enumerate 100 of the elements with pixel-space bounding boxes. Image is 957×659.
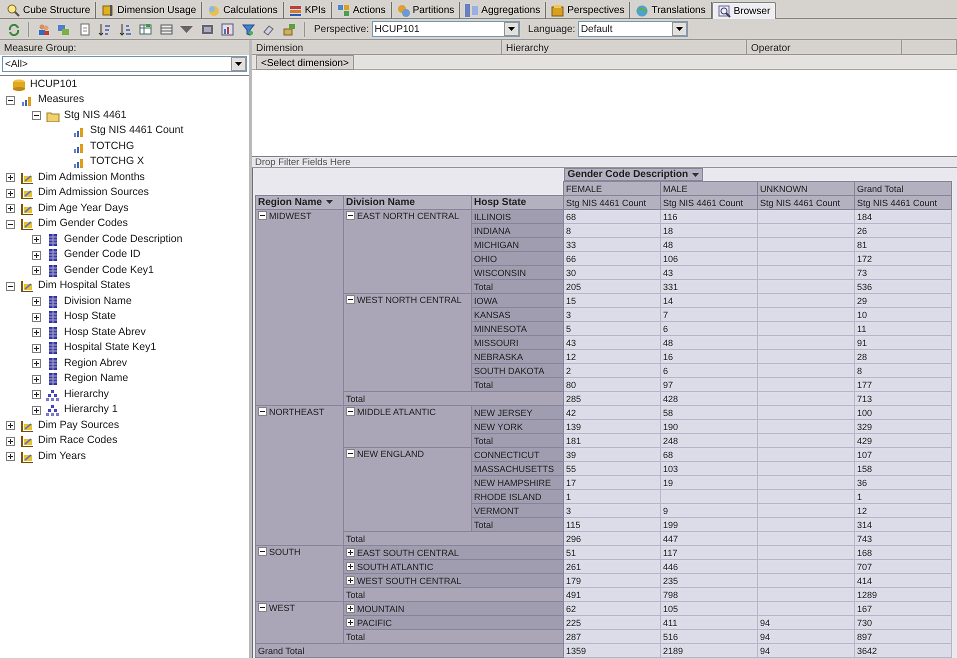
- expand-icon[interactable]: [346, 562, 355, 570]
- expand-icon[interactable]: [32, 297, 41, 306]
- row-header[interactable]: NEW ENGLAND: [357, 449, 424, 459]
- column-header: Dimension: [252, 40, 502, 55]
- tree-item[interactable]: Region Abrev: [64, 356, 128, 372]
- row-header[interactable]: PACIFIC: [357, 618, 392, 628]
- tree-item[interactable]: TOTCHG X: [90, 154, 144, 170]
- expand-icon[interactable]: [32, 390, 41, 400]
- expand-icon[interactable]: [346, 604, 355, 612]
- tab[interactable]: Aggregations: [460, 2, 546, 19]
- collapse-icon[interactable]: [6, 96, 15, 105]
- tree-item[interactable]: Dim Race Codes: [38, 433, 118, 450]
- tree-item[interactable]: Gender Code Description: [64, 232, 182, 248]
- table-cell: 18: [660, 224, 758, 238]
- table-cell: 3642: [854, 644, 952, 658]
- row-header[interactable]: MIDWEST: [269, 211, 312, 221]
- tree-item[interactable]: Dim Age Year Days: [38, 200, 128, 217]
- row-header[interactable]: SOUTH: [269, 547, 300, 557]
- expand-icon[interactable]: [6, 204, 15, 214]
- expand-icon[interactable]: [32, 250, 41, 260]
- tree-item[interactable]: Hospital State Key1: [64, 340, 156, 356]
- collapse-icon[interactable]: [346, 407, 355, 416]
- expand-icon[interactable]: [32, 235, 41, 244]
- tree-item[interactable]: Hierarchy: [64, 386, 109, 403]
- tree-item[interactable]: Dim Pay Sources: [38, 418, 120, 434]
- collapse-icon[interactable]: [258, 603, 267, 612]
- table-cell: 30: [564, 266, 660, 280]
- expand-icon[interactable]: [32, 406, 41, 415]
- tree-item[interactable]: Hosp State Abrev: [64, 324, 146, 341]
- table-cell: 94: [758, 616, 854, 630]
- tree-item[interactable]: TOTCHG: [90, 138, 134, 155]
- magnifier-icon: [7, 4, 20, 17]
- row-header: ILLINOIS: [472, 210, 564, 224]
- expand-icon[interactable]: [32, 359, 41, 368]
- expand-icon[interactable]: [32, 344, 41, 353]
- expand-icon[interactable]: [32, 374, 41, 384]
- row-header[interactable]: WEST NORTH CENTRAL: [357, 295, 462, 305]
- expand-icon[interactable]: [32, 266, 41, 276]
- table-cell: 12: [854, 504, 952, 518]
- row-header[interactable]: NORTHEAST: [269, 407, 324, 417]
- tree-item[interactable]: Gender Code ID: [64, 247, 140, 264]
- row-header: INDIANA: [472, 224, 564, 238]
- expand-icon[interactable]: [346, 618, 355, 626]
- tree-item[interactable]: Dim Hospital States: [38, 278, 130, 294]
- row-header[interactable]: MOUNTAIN: [357, 604, 404, 614]
- tree-item[interactable]: Dim Years: [38, 448, 86, 465]
- row-header[interactable]: MIDDLE ATLANTIC: [357, 407, 436, 417]
- tree-item[interactable]: HCUP101: [30, 76, 78, 93]
- tab[interactable]: Partitions: [392, 2, 460, 19]
- select-dimension-button[interactable]: <Select dimension>: [256, 55, 354, 70]
- attribute-icon: [46, 264, 60, 277]
- table-cell: 1289: [854, 588, 952, 602]
- expand-icon[interactable]: [6, 188, 15, 198]
- tree-item[interactable]: Stg NIS 4461 Count: [90, 123, 184, 140]
- tab[interactable]: Actions: [332, 2, 392, 19]
- collapse-icon[interactable]: [32, 111, 41, 120]
- collapse-icon[interactable]: [6, 282, 15, 291]
- table-cell: 181: [564, 434, 660, 448]
- collapse-icon[interactable]: [258, 211, 267, 220]
- tree-item[interactable]: Hosp State: [64, 309, 116, 326]
- expand-icon[interactable]: [32, 312, 41, 322]
- language-dropdown[interactable]: Default: [578, 21, 688, 37]
- tree-item[interactable]: Dim Gender Codes: [38, 216, 128, 232]
- expand-icon[interactable]: [6, 436, 15, 446]
- tree-item[interactable]: Region Name: [64, 371, 128, 388]
- tree-item[interactable]: Stg NIS 4461: [64, 108, 126, 124]
- table-cell: 429: [854, 434, 952, 448]
- table-cell: 91: [854, 336, 952, 350]
- tree-item[interactable]: Measures: [38, 92, 84, 108]
- perspective-dropdown[interactable]: HCUP101: [372, 21, 520, 37]
- expand-icon[interactable]: [6, 452, 15, 462]
- expand-icon[interactable]: [32, 328, 41, 338]
- collapse-icon[interactable]: [6, 220, 15, 229]
- tab[interactable]: Perspectives: [546, 2, 630, 19]
- dropdown-arrow-icon[interactable]: [692, 172, 700, 176]
- expand-icon[interactable]: [346, 576, 355, 584]
- tree-item[interactable]: Dim Admission Months: [38, 170, 145, 186]
- column-field-header[interactable]: Gender Code Description: [564, 168, 704, 181]
- tree-item[interactable]: Division Name: [64, 294, 132, 310]
- expand-icon[interactable]: [6, 173, 15, 182]
- table-cell: 33: [564, 238, 660, 252]
- collapse-icon[interactable]: [346, 449, 355, 458]
- collapse-icon[interactable]: [258, 407, 267, 416]
- tree-item[interactable]: Hierarchy 1: [64, 402, 118, 418]
- tab[interactable]: Calculations: [202, 2, 284, 19]
- tab[interactable]: Cube Structure: [2, 2, 96, 19]
- tree-item[interactable]: Gender Code Key1: [64, 262, 154, 279]
- collapse-icon[interactable]: [346, 295, 355, 304]
- tab[interactable]: Browser: [712, 2, 776, 19]
- collapse-icon[interactable]: [346, 211, 355, 220]
- measure-group-dropdown[interactable]: <All>: [2, 56, 247, 72]
- collapse-icon[interactable]: [258, 547, 267, 556]
- row-header[interactable]: WEST: [269, 603, 295, 613]
- tab[interactable]: Dimension Usage: [96, 2, 202, 19]
- expand-icon[interactable]: [6, 421, 15, 430]
- tree-item[interactable]: Dim Admission Sources: [38, 185, 149, 202]
- row-header[interactable]: EAST NORTH CENTRAL: [357, 211, 460, 221]
- expand-icon[interactable]: [346, 548, 355, 556]
- tab[interactable]: KPIs: [284, 2, 332, 19]
- tab[interactable]: Translations: [630, 2, 712, 19]
